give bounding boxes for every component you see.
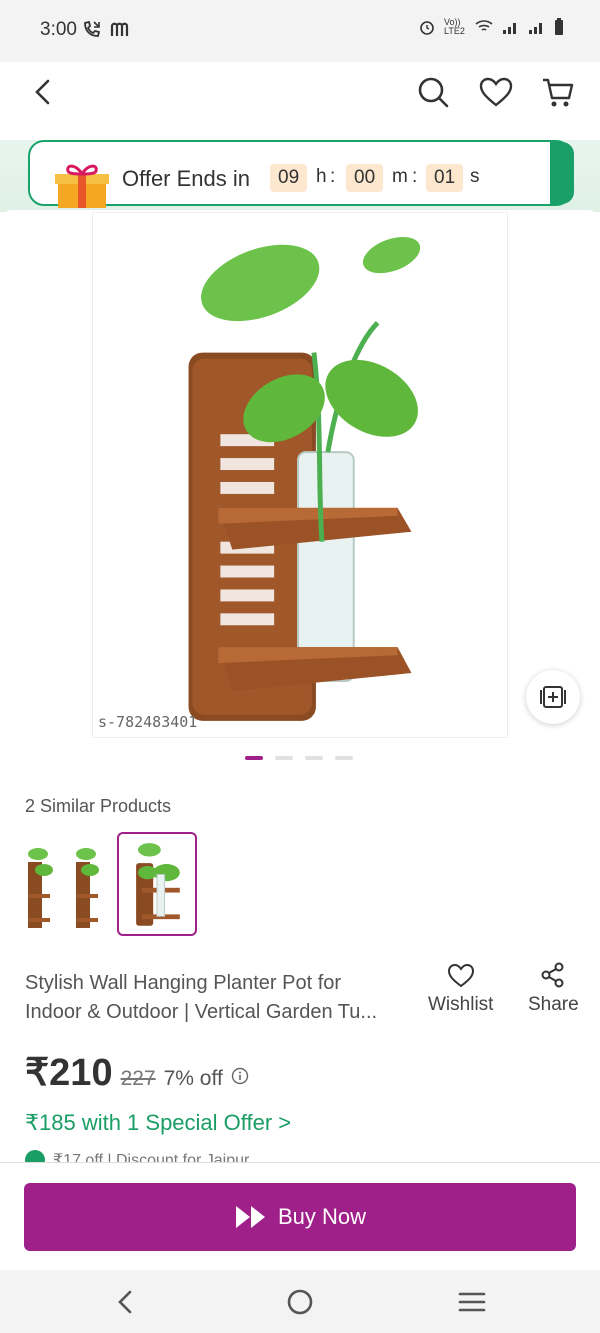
timer-minutes-unit: m: [392, 166, 408, 187]
timer-minutes: 00: [346, 164, 384, 192]
timer-colon-2: :: [412, 166, 418, 187]
discount-text: ₹17 off | Discount for Jaipur: [53, 1152, 250, 1162]
share-icon: [541, 962, 564, 988]
timer-seconds: 01: [426, 164, 464, 192]
cart-icon[interactable]: [540, 74, 576, 110]
price-row: ₹210 227 7% off: [25, 1050, 249, 1095]
carousel-dot[interactable]: [275, 756, 293, 760]
similar-product-thumb[interactable]: [24, 832, 104, 936]
heart-outline-icon: [447, 963, 474, 988]
status-bar: 3:00 Vo)) LTE2: [0, 0, 600, 62]
carousel-dot[interactable]: [245, 756, 263, 760]
gmail-m-icon: [110, 22, 129, 36]
buy-now-button[interactable]: Buy Now: [24, 1183, 576, 1251]
product-title-line-1: Stylish Wall Hanging Planter Pot for: [25, 972, 342, 994]
gift-icon: [55, 164, 109, 208]
carousel-dot[interactable]: [305, 756, 323, 760]
share-button[interactable]: Share: [528, 962, 579, 1016]
similar-products-title: 2 Similar Products: [25, 796, 172, 816]
product-title-line-2: Indoor & Outdoor | Vertical Garden Tu...: [25, 1001, 378, 1023]
buy-now-label: Buy Now: [277, 1204, 367, 1229]
system-home-icon[interactable]: [282, 1284, 318, 1320]
back-arrow-icon[interactable]: [28, 76, 60, 108]
sku-watermark: s-782483401: [98, 713, 198, 731]
discount-line: ₹17 off | Discount for Jaipur: [25, 1150, 249, 1162]
price-discount: 7% off: [163, 1067, 223, 1090]
wishlist-button[interactable]: Wishlist: [428, 962, 493, 1016]
system-menu-icon[interactable]: [454, 1284, 490, 1320]
add-gallery-icon: [540, 686, 566, 708]
system-back-icon[interactable]: [108, 1284, 144, 1320]
offer-strip: Offer Ends in 09 h : 00 m : 01 s: [0, 140, 600, 212]
discount-check-icon: [25, 1150, 45, 1162]
signal-2-icon: [529, 23, 542, 34]
wishlist-label: Wishlist: [428, 994, 494, 1015]
carousel-dots: [245, 756, 353, 760]
price-mrp: 227: [120, 1067, 156, 1090]
info-icon[interactable]: [231, 1067, 249, 1085]
add-to-collection-button[interactable]: [526, 670, 580, 724]
share-label: Share: [528, 994, 579, 1015]
system-navigation-bar: [0, 1270, 600, 1333]
status-time: 3:00: [40, 19, 77, 40]
timer-seconds-unit: s: [470, 166, 480, 187]
status-right: Vo)) LTE2: [418, 18, 564, 36]
carousel-dot[interactable]: [335, 756, 353, 760]
signal-1-icon: [503, 23, 516, 34]
timer-hours-unit: h: [316, 166, 327, 187]
fast-forward-icon: [235, 1206, 265, 1228]
product-image[interactable]: [92, 212, 508, 738]
similar-product-thumb-selected[interactable]: [117, 832, 197, 936]
special-offer-link[interactable]: ₹185 with 1 Special Offer >: [25, 1110, 291, 1136]
battery-icon: [555, 18, 563, 35]
offer-timer-card: Offer Ends in 09 h : 00 m : 01 s: [28, 140, 574, 208]
timer-hours: 09: [270, 164, 308, 192]
offer-label: Offer Ends in: [122, 166, 250, 191]
wifi-icon: [475, 20, 493, 31]
top-nav: [0, 62, 600, 140]
offer-ribbon: [550, 142, 574, 204]
product-image-carousel[interactable]: s-782483401: [0, 210, 600, 775]
wishlist-heart-icon[interactable]: [478, 74, 514, 110]
call-forward-icon: [84, 20, 101, 37]
bottom-action-bar: Buy Now: [0, 1162, 600, 1270]
search-icon[interactable]: [415, 74, 451, 110]
alarm-icon: [420, 21, 434, 35]
timer-colon-1: :: [330, 166, 336, 187]
price-current: ₹210: [25, 1052, 113, 1094]
network-label: Vo)) LTE2: [444, 17, 465, 36]
status-left-icons: [82, 19, 130, 39]
